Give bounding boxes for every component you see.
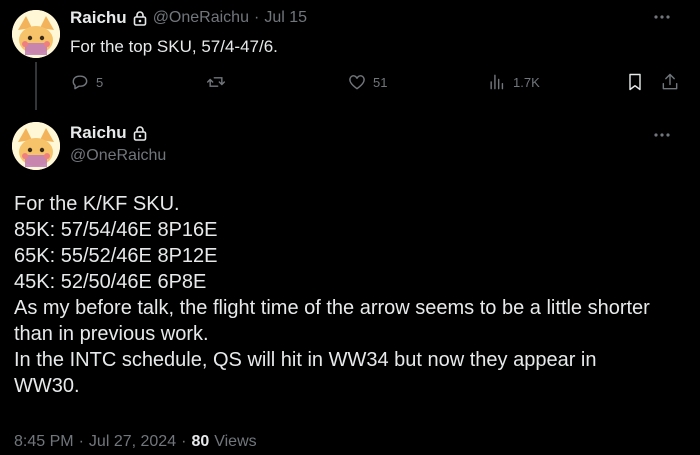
author-name[interactable]: Raichu — [70, 8, 127, 28]
avatar[interactable] — [12, 122, 60, 170]
tweet-line: 65K: 55/52/46E 8P12E — [14, 245, 218, 267]
views-count: 1.7K — [513, 74, 540, 90]
retweet-button[interactable] — [205, 72, 227, 92]
tweet-line: For the K/KF SKU. — [14, 193, 180, 215]
bookmark-icon[interactable] — [625, 72, 645, 92]
analytics-icon — [487, 72, 507, 92]
avatar[interactable] — [12, 10, 60, 58]
like-count: 51 — [373, 74, 388, 90]
like-button[interactable]: 51 — [347, 72, 387, 92]
tweet-time[interactable]: 8:45 PM — [14, 433, 74, 451]
more-icon[interactable] — [652, 9, 672, 25]
author-handle[interactable]: @OneRaichu — [70, 147, 166, 165]
tweet-body: For the K/KF SKU. 85K: 57/54/46E 8P16E 6… — [14, 191, 694, 399]
tweet-line: 45K: 52/50/46E 6P8E — [14, 271, 207, 293]
lock-icon — [132, 125, 148, 141]
reply-count: 5 — [96, 74, 104, 90]
tweet-line: WW30. — [14, 375, 80, 397]
author-handle[interactable]: @OneRaichu — [153, 9, 249, 27]
heart-icon — [347, 72, 367, 92]
dot-separator: · — [181, 433, 187, 450]
views-label: Views — [214, 433, 257, 450]
dot-separator: · — [78, 433, 84, 450]
thread-line — [35, 62, 37, 110]
reply-button[interactable]: 5 — [70, 72, 103, 92]
author-name[interactable]: Raichu — [70, 123, 127, 143]
tweet-date[interactable]: Jul 15 — [264, 9, 307, 27]
retweet-icon — [205, 72, 227, 92]
share-icon[interactable] — [660, 72, 680, 92]
reply-icon — [70, 72, 90, 92]
tweet-date[interactable]: Jul 27, 2024 — [89, 433, 176, 451]
tweet-line: than in previous work. — [14, 323, 209, 345]
lock-icon — [132, 10, 148, 26]
tweet-meta: 8:45 PM · Jul 27, 2024 · 80 Views — [14, 433, 257, 451]
views-count: 80 — [191, 433, 210, 450]
tweet-line: In the INTC schedule, QS will hit in WW3… — [14, 349, 597, 371]
tweet-line: 85K: 57/54/46E 8P16E — [14, 219, 218, 241]
dot-separator: · — [253, 9, 260, 26]
views-button[interactable]: 1.7K — [487, 72, 540, 92]
more-icon[interactable] — [652, 127, 672, 143]
tweet-line: As my before talk, the flight time of th… — [14, 297, 650, 319]
tweet-text: For the top SKU, 57/4-47/6. — [70, 37, 278, 56]
